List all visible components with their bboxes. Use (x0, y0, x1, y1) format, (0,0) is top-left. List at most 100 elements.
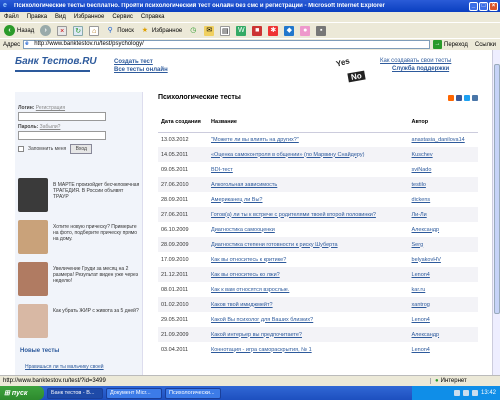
row-author-cell: xantrog (408, 297, 478, 312)
menu-edit[interactable]: Правка (27, 14, 47, 20)
remember-checkbox[interactable] (18, 146, 24, 152)
minimize-button[interactable]: _ (469, 1, 478, 11)
search-button[interactable]: ⚲ Поиск (105, 26, 134, 36)
ad-image[interactable] (18, 178, 48, 212)
research-icon[interactable]: ◆ (284, 25, 295, 36)
facebook-icon[interactable] (456, 95, 462, 101)
print-icon[interactable]: ▤ (220, 25, 231, 36)
tray-icon[interactable] (462, 390, 469, 396)
task-document[interactable]: Документ Micr... (106, 387, 162, 399)
register-link[interactable]: Регистрация (36, 105, 65, 111)
address-input[interactable]: http://www.banktestov.ru/test/psychology… (23, 40, 431, 49)
test-link[interactable]: «Оценка самоконтроля в общении» (по Марв… (211, 152, 364, 158)
how-create-link[interactable]: Как создавать свои тесты (380, 58, 490, 64)
author-link[interactable]: Александр (412, 227, 440, 233)
twitter-icon[interactable] (464, 95, 470, 101)
stop-icon[interactable]: × (57, 25, 68, 36)
ad-block-3[interactable]: Увеличение Груди за месяц на 2 размера! … (18, 262, 140, 298)
ad-image[interactable] (18, 220, 48, 254)
author-link[interactable]: sviNado (412, 167, 432, 173)
author-link[interactable]: dickens (412, 197, 431, 203)
home-icon[interactable]: ⌂ (89, 25, 100, 36)
mail-icon[interactable]: ✉ (204, 25, 215, 36)
author-link[interactable]: Lenon4 (412, 317, 430, 323)
menu-file[interactable]: Файл (4, 14, 19, 20)
vk-icon[interactable] (472, 95, 478, 101)
history-icon[interactable]: ◷ (188, 26, 198, 36)
tray-icon[interactable] (471, 390, 478, 396)
menu-tools[interactable]: Сервис (112, 14, 133, 20)
messenger-icon[interactable]: ✱ (268, 25, 279, 36)
author-link[interactable]: testilo (412, 182, 426, 188)
favorites-button[interactable]: ★ Избранное (140, 26, 183, 36)
author-link[interactable]: Ли-Ли (412, 212, 427, 218)
menu-favorites[interactable]: Избранное (74, 14, 104, 20)
test-link[interactable]: Какой интерьер вы предпочитаете? (211, 332, 302, 338)
test-link[interactable]: Диагностика самооценки (211, 227, 275, 233)
test-link[interactable]: Как к вам относятся взрослые. (211, 287, 289, 293)
start-button[interactable]: ⊞ пуск (0, 386, 44, 400)
test-link[interactable]: Каков твой имиджмейт? (211, 302, 273, 308)
ad-text[interactable]: Как убрать ЖИР с живота за 5 дней? (53, 304, 139, 340)
maximize-button[interactable]: □ (479, 1, 488, 11)
author-link[interactable]: belyakovHV (412, 257, 441, 263)
discuss-icon[interactable]: ■ (252, 25, 263, 36)
row-date: 06.10.2009 (161, 226, 189, 233)
forward-button[interactable]: › (40, 25, 52, 36)
author-link[interactable]: Lenon4 (412, 347, 430, 353)
test-link[interactable]: Как вы относитесь ко лжи? (211, 272, 280, 278)
test-link[interactable]: "Можете ли вы влиять на других?" (211, 137, 299, 143)
task-psych[interactable]: Психологически... (165, 387, 221, 399)
test-link[interactable]: Как вы относитесь к критике? (211, 257, 286, 263)
close-button[interactable]: × (489, 1, 498, 11)
test-link[interactable]: Какой Вы психолог для Ваших близких? (211, 317, 313, 323)
go-button[interactable]: → Переход (433, 40, 468, 49)
author-link[interactable]: Serg (412, 242, 424, 248)
back-button[interactable]: ‹ Назад (4, 25, 34, 36)
refresh-icon[interactable]: ↻ (73, 25, 84, 36)
site-logo[interactable]: Банк Тестов.RU (15, 56, 97, 67)
addon-icon[interactable]: ● (300, 25, 311, 36)
logo-underline (15, 70, 90, 72)
scrollbar-thumb[interactable] (494, 64, 500, 314)
password-input[interactable] (18, 131, 106, 140)
ad-text[interactable]: Увеличение Груди за месяц на 2 размера! … (53, 262, 140, 298)
clock[interactable]: 13:42 (481, 390, 496, 396)
test-link[interactable]: Коннотация - игра самораскрытия, № 1 (211, 347, 312, 353)
author-link[interactable]: anastasia_danilova14 (412, 137, 465, 143)
ad-block-2[interactable]: Хотите новую прическу? Примерьте на фото… (18, 220, 140, 256)
author-link[interactable]: kar.ru (412, 287, 426, 293)
menu-view[interactable]: Вид (55, 14, 66, 20)
ad-block-1[interactable]: В МАРТЕ произойдет бесчеловечная ТРАГЕДИ… (18, 178, 140, 214)
new-test-link[interactable]: Нравишься ли ты мальчику своей (25, 364, 104, 370)
ad-image[interactable] (18, 304, 48, 338)
login-input[interactable] (18, 112, 106, 121)
vertical-scrollbar[interactable] (492, 50, 500, 375)
author-link[interactable]: Александр (412, 332, 440, 338)
tools-icon[interactable]: ▪ (316, 25, 327, 36)
author-link[interactable]: xantrog (412, 302, 430, 308)
test-link[interactable]: Американец ли Вы? (211, 197, 263, 203)
tray-icon[interactable] (453, 390, 460, 396)
test-link[interactable]: Диагностика степени готовности к риску Ш… (211, 242, 338, 248)
test-link[interactable]: BDI-тест (211, 167, 233, 173)
ad-text[interactable]: В МАРТЕ произойдет бесчеловечная ТРАГЕДИ… (53, 178, 140, 214)
forgot-password-link[interactable]: Забыли? (40, 124, 61, 130)
ad-image[interactable] (18, 262, 48, 296)
ad-block-4[interactable]: Как убрать ЖИР с живота за 5 дней? (18, 304, 140, 340)
all-tests-link[interactable]: Все тесты онлайн (114, 66, 168, 74)
menu-help[interactable]: Справка (141, 14, 165, 20)
rss-icon[interactable] (448, 95, 454, 101)
create-test-link[interactable]: Создать тест (114, 58, 168, 66)
test-link[interactable]: Готов(а) ли ты к встрече с родителями тв… (211, 212, 376, 218)
support-link[interactable]: Служба поддержки (392, 66, 490, 72)
links-button[interactable]: Ссылки (471, 42, 500, 48)
edit-icon[interactable]: W (236, 25, 247, 36)
login-field-label: Логин: (18, 105, 35, 111)
task-browser[interactable]: Банк тестов - В... (47, 387, 103, 399)
login-button[interactable]: Вход (70, 144, 93, 154)
test-link[interactable]: Алкогольная зависимость (211, 182, 277, 188)
author-link[interactable]: Kuschev (412, 152, 433, 158)
ad-text[interactable]: Хотите новую прическу? Примерьте на фото… (53, 220, 140, 256)
author-link[interactable]: Lenon4 (412, 272, 430, 278)
